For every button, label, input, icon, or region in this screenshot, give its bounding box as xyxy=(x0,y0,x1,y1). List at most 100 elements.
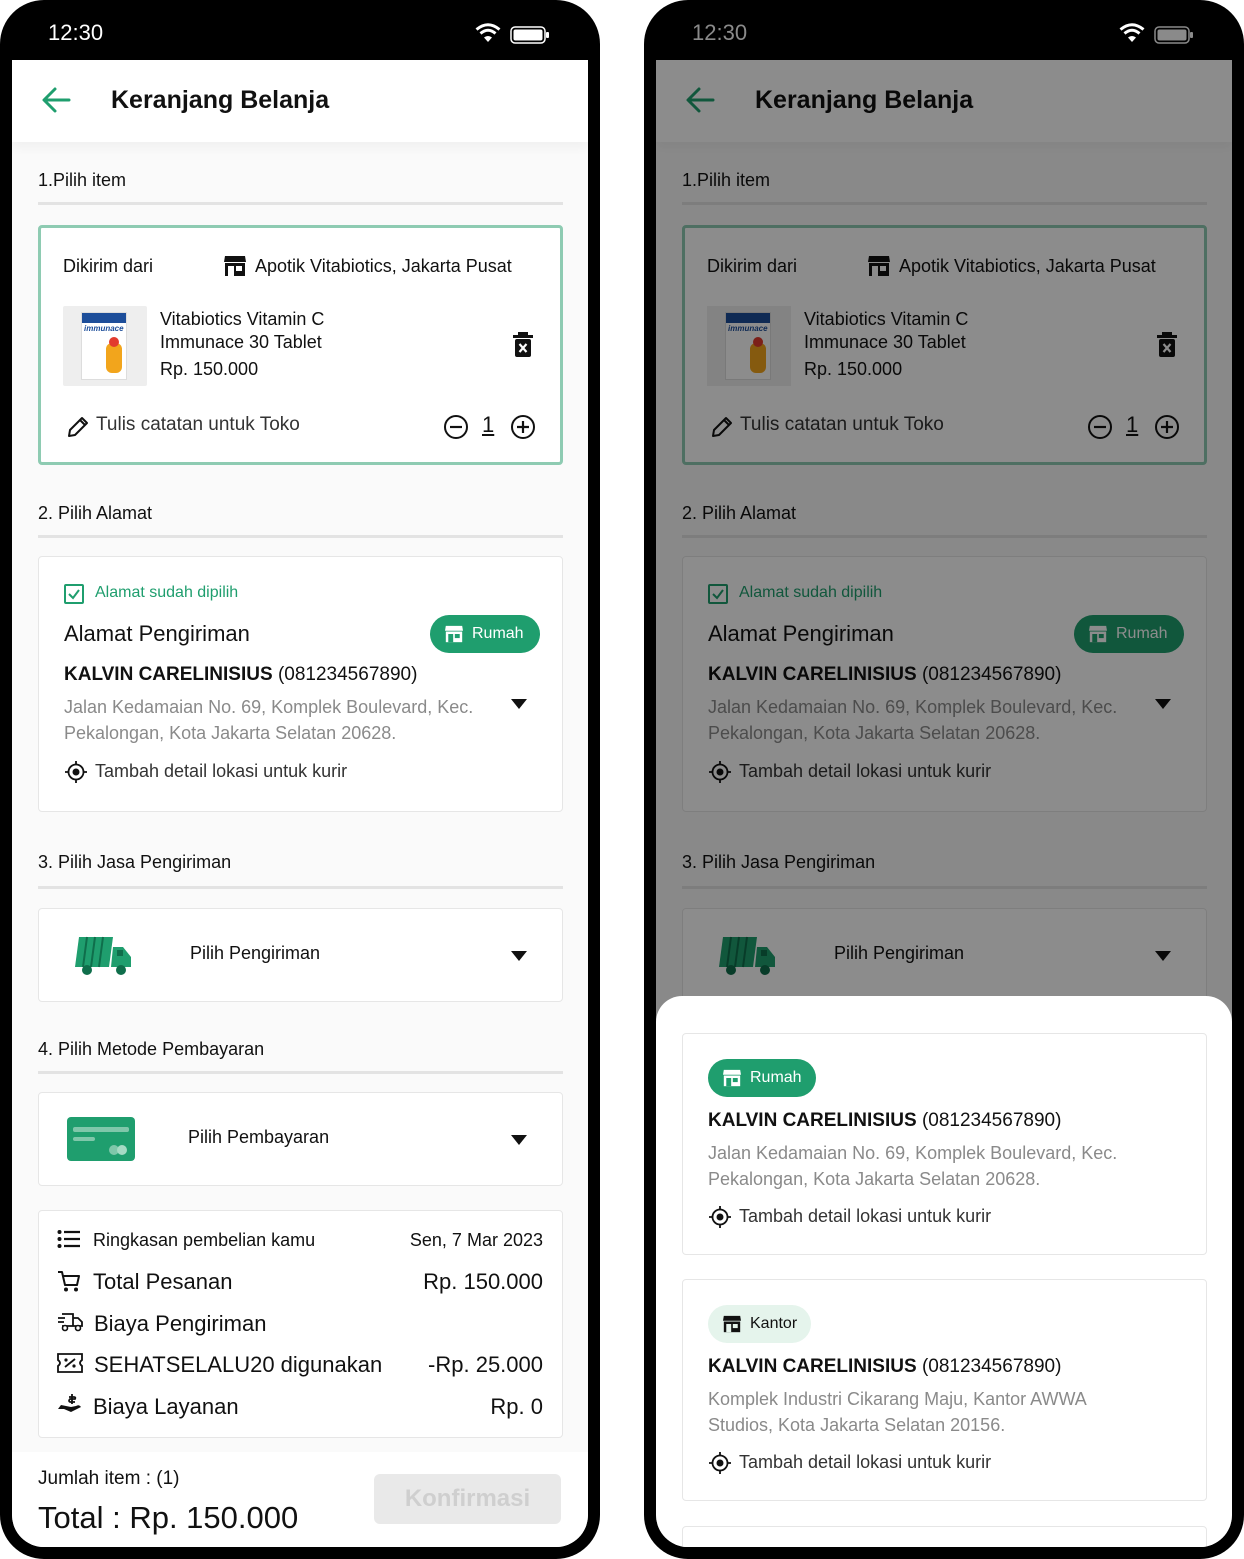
address-option-card[interactable] xyxy=(682,1526,1207,1547)
recipient: KALVIN CARELINISIUS (081234567890) xyxy=(708,1356,1061,1378)
service-fee-value: Rp. 0 xyxy=(490,1394,543,1419)
product-price: Rp. 150.000 xyxy=(160,359,259,379)
plus-circle-icon[interactable] xyxy=(510,414,536,440)
voucher-label: SEHATSELALU20 digunakan xyxy=(94,1352,383,1377)
cart-icon xyxy=(58,1271,80,1292)
add-location-detail-link[interactable]: Tambah detail lokasi untuk kurir xyxy=(739,1206,991,1227)
list-icon xyxy=(57,1230,80,1248)
shipping-select-label: Pilih Pengiriman xyxy=(190,943,321,963)
sent-from-label: Dikirim dari xyxy=(63,256,153,276)
cart-screen-dimmed: Keranjang Belanja 1.Pilih item Dikirim d… xyxy=(656,60,1232,1547)
address-tag-badge: Kantor xyxy=(708,1305,812,1343)
product-name-line1: Vitabiotics Vitamin C xyxy=(160,309,325,329)
section-title-shipping: 3. Pilih Jasa Pengiriman xyxy=(38,852,232,872)
chevron-down-icon[interactable] xyxy=(511,1135,527,1145)
recipient-name: KALVIN CARELINISIUS xyxy=(708,1356,917,1377)
divider xyxy=(38,535,563,538)
address-line1: Jalan Kedamaian No. 69, Komplek Boulevar… xyxy=(64,697,474,717)
address-tag: Kantor xyxy=(750,1315,798,1332)
store-icon xyxy=(723,1069,741,1087)
product-image: immunace xyxy=(63,306,147,386)
recipient-name: KALVIN CARELINISIUS xyxy=(708,1110,917,1131)
shipping-select[interactable]: Pilih Pengiriman xyxy=(38,908,563,1002)
app-bar: Keranjang Belanja xyxy=(12,60,588,142)
chevron-down-icon[interactable] xyxy=(511,699,527,709)
voucher-icon xyxy=(57,1353,83,1373)
minus-circle-icon[interactable] xyxy=(443,414,469,440)
recipient-name: KALVIN CARELINISIUS xyxy=(64,664,273,685)
location-target-icon xyxy=(65,761,87,783)
trash-icon[interactable] xyxy=(512,332,534,358)
location-target-icon xyxy=(709,1206,731,1228)
pencil-icon[interactable] xyxy=(65,414,91,440)
section-title-items: 1.Pilih item xyxy=(38,170,127,190)
card-icon xyxy=(67,1117,135,1161)
store-icon xyxy=(723,1315,741,1333)
quantity-value[interactable]: 1 xyxy=(482,412,494,438)
address-option-card[interactable]: Rumah KALVIN CARELINISIUS (081234567890)… xyxy=(682,1033,1207,1255)
battery-icon xyxy=(510,26,549,44)
service-fee-label: Biaya Layanan xyxy=(93,1394,239,1419)
status-time: 12:30 xyxy=(692,20,748,45)
address-line2: Pekalongan, Kota Jakarta Selatan 20628. xyxy=(708,1169,1041,1189)
recipient-phone: (081234567890) xyxy=(921,1356,1062,1377)
wifi-icon xyxy=(475,23,501,42)
section-title-payment: 4. Pilih Metode Pembayaran xyxy=(38,1039,265,1059)
payment-select[interactable]: Pilih Pembayaran xyxy=(38,1092,563,1186)
add-location-detail-link[interactable]: Tambah detail lokasi untuk kurir xyxy=(739,1452,991,1473)
status-bar: 12:30 xyxy=(0,0,600,60)
address-line1: Komplek Industri Cikarang Maju, Kantor A… xyxy=(708,1389,1087,1409)
address-line1: Jalan Kedamaian No. 69, Komplek Boulevar… xyxy=(708,1143,1118,1163)
recipient: KALVIN CARELINISIUS (081234567890) xyxy=(64,664,417,686)
phone-address-sheet: 12:30 Keranjang Belanja 1.Pilih item Dik… xyxy=(644,0,1244,1559)
address-selected-label: Alamat sudah dipilih xyxy=(95,584,239,601)
wifi-icon xyxy=(1119,23,1145,42)
chevron-down-icon[interactable] xyxy=(511,951,527,961)
divider xyxy=(38,1071,563,1074)
voucher-value: -Rp. 25.000 xyxy=(428,1352,543,1377)
store-note-link[interactable]: Tulis catatan untuk Toko xyxy=(96,414,300,436)
product-name-line2: Immunace 30 Tablet xyxy=(160,332,322,352)
divider xyxy=(38,886,563,889)
recipient-phone: (081234567890) xyxy=(921,1110,1062,1131)
address-heading: Alamat Pengiriman xyxy=(64,621,250,646)
location-target-icon xyxy=(709,1452,731,1474)
service-fee-icon xyxy=(58,1394,81,1412)
address-tag-badge: Rumah xyxy=(430,615,540,653)
product-brand: immunace xyxy=(84,324,124,333)
summary-date: Sen, 7 Mar 2023 xyxy=(409,1230,543,1250)
address-bottom-sheet: Rumah KALVIN CARELINISIUS (081234567890)… xyxy=(656,996,1232,1547)
address-tag: Rumah xyxy=(472,625,524,642)
store-name: Apotik Vitabiotics, Jakarta Pusat xyxy=(255,256,512,276)
battery-icon xyxy=(1154,26,1193,44)
confirm-button[interactable]: Konfirmasi xyxy=(374,1474,561,1524)
status-time: 12:30 xyxy=(48,20,104,45)
address-line2: Studios, Kota Jakarta Selatan 20156. xyxy=(708,1415,1006,1435)
order-total-label: Total Pesanan xyxy=(93,1269,233,1294)
address-card[interactable]: Alamat sudah dipilih Alamat Pengiriman R… xyxy=(38,556,563,812)
address-option-card[interactable]: Kantor KALVIN CARELINISIUS (081234567890… xyxy=(682,1279,1207,1501)
order-summary: Ringkasan pembelian kamu Sen, 7 Mar 2023… xyxy=(38,1210,563,1438)
recipient: KALVIN CARELINISIUS (081234567890) xyxy=(708,1110,1061,1132)
section-title-address: 2. Pilih Alamat xyxy=(38,503,153,523)
payment-select-label: Pilih Pembayaran xyxy=(188,1127,330,1147)
item-count: Jumlah item : (1) xyxy=(38,1468,180,1489)
cart-screen: Keranjang Belanja 1.Pilih item Dikirim d… xyxy=(12,60,588,1547)
store-icon xyxy=(445,625,463,643)
address-tag: Rumah xyxy=(750,1069,802,1086)
arrow-left-icon[interactable] xyxy=(40,85,72,115)
phone-cart: 12:30 Keranjang Belanja 1.Pilih item Dik… xyxy=(0,0,600,1559)
truck-icon xyxy=(75,936,131,975)
shipping-fee-label: Biaya Pengiriman xyxy=(94,1311,267,1336)
divider xyxy=(38,202,563,205)
add-location-detail-link[interactable]: Tambah detail lokasi untuk kurir xyxy=(95,761,347,782)
status-bar: 12:30 xyxy=(644,0,1244,60)
order-total-value: Rp. 150.000 xyxy=(423,1269,543,1294)
store-icon xyxy=(224,256,246,276)
cart-item-card: Dikirim dari Apotik Vitabiotics, Jakarta… xyxy=(38,225,563,465)
page-title: Keranjang Belanja xyxy=(111,86,330,114)
recipient-phone: (081234567890) xyxy=(277,664,418,685)
address-tag-badge: Rumah xyxy=(708,1059,816,1097)
delivery-icon xyxy=(58,1313,83,1332)
grand-total: Total : Rp. 150.000 xyxy=(38,1500,299,1535)
